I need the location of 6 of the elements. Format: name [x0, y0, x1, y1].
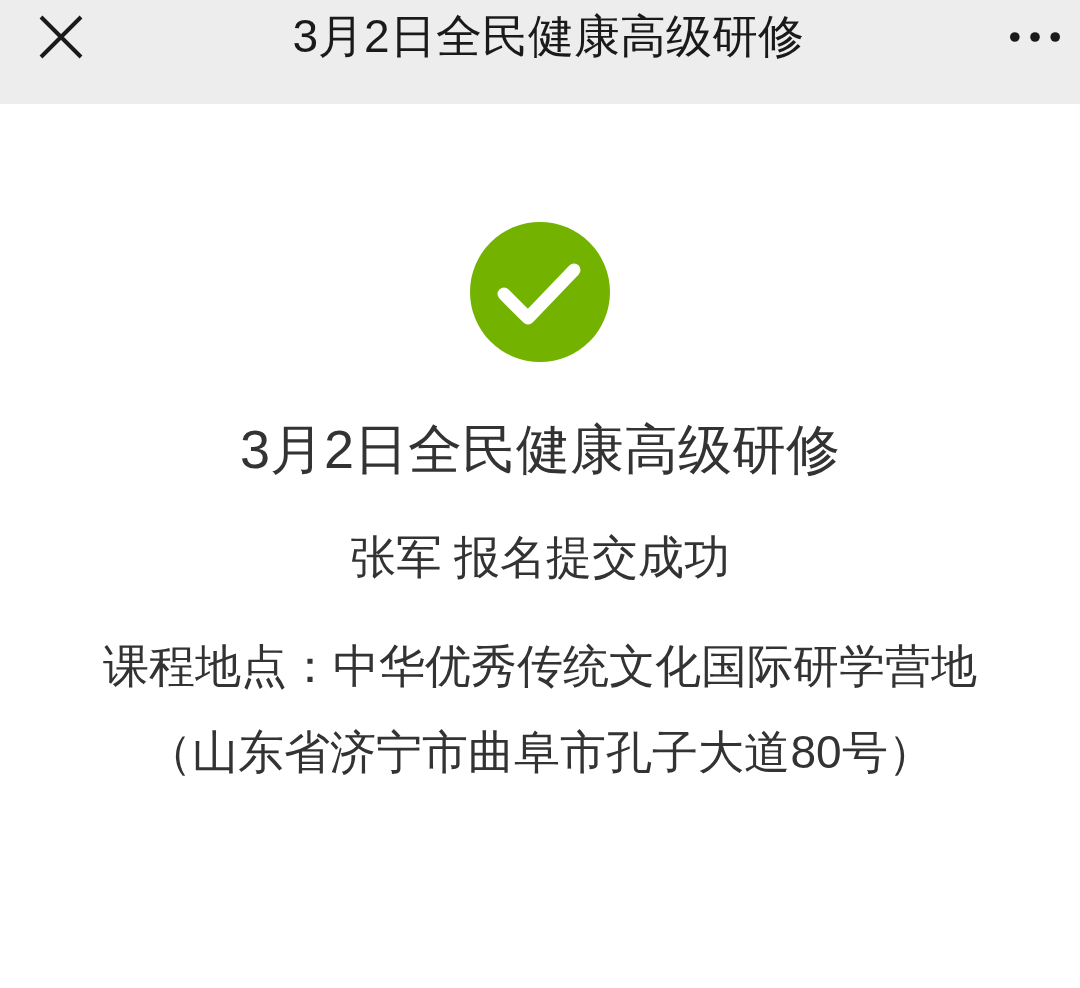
more-icon [1010, 32, 1060, 42]
location-text: 课程地点：中华优秀传统文化国际研学营地 （山东省济宁市曲阜市孔子大道80号） [103, 639, 977, 780]
success-message: 张军 报名提交成功 [349, 530, 731, 585]
window-title: 3月2日全民健康高级研修 [292, 9, 804, 64]
close-icon [39, 15, 83, 59]
course-title: 3月2日全民健康高级研修 [239, 418, 841, 481]
